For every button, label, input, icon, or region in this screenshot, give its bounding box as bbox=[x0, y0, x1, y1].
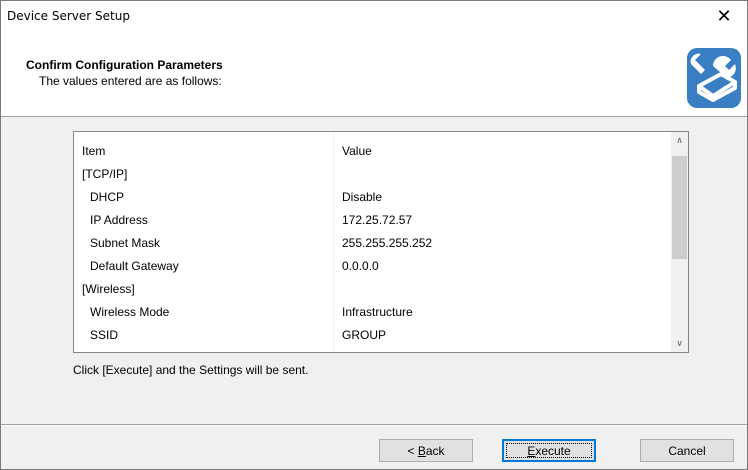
wrench-device-icon bbox=[687, 48, 741, 108]
setup-dialog: Device Server Setup ✕ Confirm Configurat… bbox=[0, 0, 748, 470]
column-header-value[interactable]: Value bbox=[342, 140, 372, 162]
value-cell: 172.25.72.57 bbox=[342, 213, 413, 227]
item-cell: Wireless Mode bbox=[90, 305, 170, 319]
back-button-prefix: < bbox=[407, 444, 418, 458]
vertical-scrollbar[interactable]: ∧ ∨ bbox=[671, 132, 688, 352]
window-title: Device Server Setup bbox=[7, 9, 130, 23]
footer-divider bbox=[1, 424, 747, 426]
list-item[interactable]: [TCP/IP] bbox=[74, 163, 668, 185]
item-cell: Subnet Mask bbox=[90, 236, 161, 250]
page-title: Confirm Configuration Parameters bbox=[26, 58, 223, 72]
value-cell: GROUP bbox=[342, 328, 387, 342]
close-button[interactable]: ✕ bbox=[701, 1, 747, 31]
item-cell: SSID bbox=[90, 328, 119, 342]
list-item[interactable]: SSID GROUP bbox=[74, 324, 668, 346]
back-button[interactable]: < Back bbox=[379, 439, 473, 462]
back-button-label: ack bbox=[425, 444, 445, 458]
list-item[interactable]: Default Gateway 0.0.0.0 bbox=[74, 255, 668, 277]
list-item[interactable]: [Wireless] bbox=[74, 278, 668, 300]
list-header: Item Value bbox=[74, 140, 668, 162]
item-cell: [TCP/IP] bbox=[82, 167, 128, 181]
execute-button[interactable]: Execute bbox=[502, 439, 596, 462]
list-item[interactable]: Wireless Mode Infrastructure bbox=[74, 301, 668, 323]
column-header-item[interactable]: Item bbox=[82, 140, 105, 162]
value-cell: Infrastructure bbox=[342, 305, 413, 319]
page-subtitle: The values entered are as follows: bbox=[39, 74, 222, 88]
title-bar: Device Server Setup ✕ bbox=[1, 1, 747, 31]
back-button-mnemonic: B bbox=[417, 444, 426, 458]
scroll-up-button[interactable]: ∧ bbox=[671, 132, 688, 149]
item-cell: [Wireless] bbox=[82, 282, 135, 296]
value-cell: 0.0.0.0 bbox=[342, 259, 379, 273]
item-cell: Default Gateway bbox=[90, 259, 179, 273]
cancel-button[interactable]: Cancel bbox=[640, 439, 734, 462]
focus-rectangle bbox=[506, 443, 592, 458]
header-panel: Confirm Configuration Parameters The val… bbox=[1, 31, 747, 117]
list-item[interactable]: IP Address 172.25.72.57 bbox=[74, 209, 668, 231]
item-cell: IP Address bbox=[90, 213, 148, 227]
scroll-thumb[interactable] bbox=[672, 156, 687, 259]
list-item[interactable]: Subnet Mask 255.255.255.252 bbox=[74, 232, 668, 254]
config-list[interactable]: Item Value [TCP/IP] DHCP Disable IP Addr… bbox=[73, 131, 689, 353]
list-item[interactable]: DHCP Disable bbox=[74, 186, 668, 208]
scroll-down-button[interactable]: ∨ bbox=[671, 335, 688, 352]
value-cell: Disable bbox=[342, 190, 383, 204]
instruction-text: Click [Execute] and the Settings will be… bbox=[73, 363, 309, 377]
value-cell: 255.255.255.252 bbox=[342, 236, 433, 250]
item-cell: DHCP bbox=[90, 190, 125, 204]
